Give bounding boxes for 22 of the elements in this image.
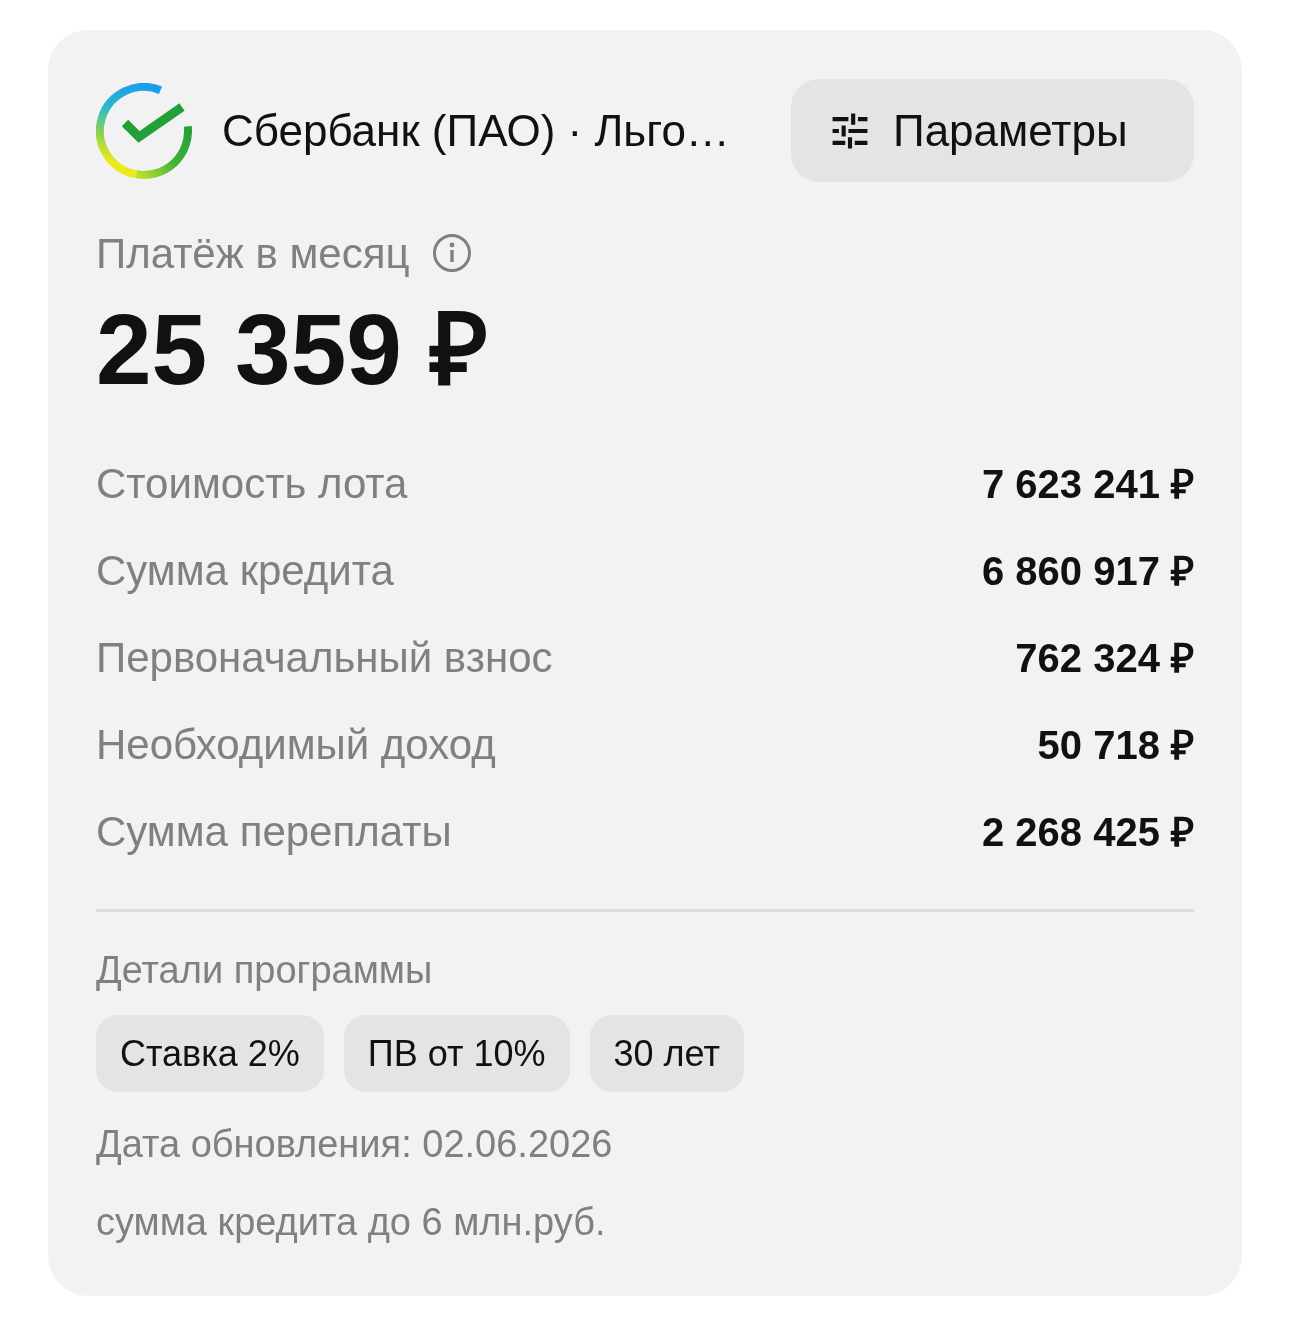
program-tag: 30 лет (589, 1015, 744, 1092)
detail-value: 6 860 917 ₽ (981, 547, 1194, 595)
payment-amount: 25 359 ₽ (96, 293, 488, 405)
detail-value: 2 268 425 ₽ (981, 808, 1194, 856)
detail-label: Сумма переплаты (96, 807, 452, 857)
detail-value: 50 718 ₽ (1037, 721, 1194, 769)
update-date-text: Дата обновления: 02.06.2026 (96, 1121, 613, 1167)
detail-label: Сумма кредита (96, 546, 394, 596)
detail-label: Стоимость лота (96, 459, 408, 509)
parameters-button[interactable]: Параметры (791, 79, 1194, 182)
payment-label: Платёж в месяц (96, 228, 410, 279)
program-tag: ПВ от 10% (343, 1015, 570, 1092)
program-tag: Ставка 2% (96, 1015, 324, 1092)
bank-title: Сбербанк (ПАО) · Льго… (222, 105, 730, 155)
sliders-icon (831, 111, 869, 150)
section-title: Детали программы (96, 947, 433, 993)
detail-label: Необходимый доход (96, 720, 496, 770)
detail-value: 7 623 241 ₽ (981, 460, 1194, 508)
info-icon[interactable] (431, 233, 472, 273)
detail-value: 762 324 ₽ (1015, 634, 1194, 682)
note-text: сумма кредита до 6 млн.руб. (96, 1199, 606, 1245)
detail-label: Первоначальный взнос (96, 633, 553, 683)
